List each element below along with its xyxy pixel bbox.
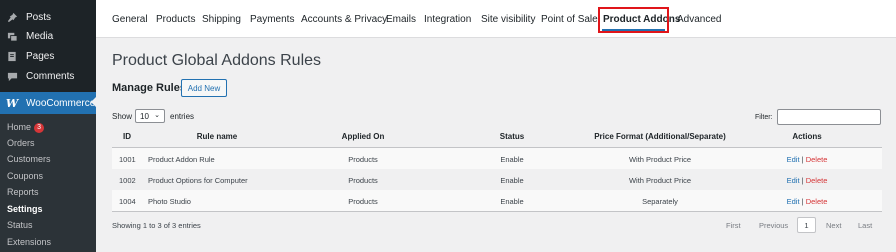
sidebar-item-label: Posts — [26, 11, 52, 23]
tab-site-visibility[interactable]: Site visibility — [481, 14, 535, 25]
woo-icon: W — [5, 96, 19, 110]
pagination-next[interactable]: Next — [826, 221, 841, 230]
edit-link[interactable]: Edit — [787, 176, 800, 185]
tab-general[interactable]: General — [112, 14, 148, 25]
tab-payments[interactable]: Payments — [250, 14, 294, 25]
edit-link[interactable]: Edit — [787, 197, 800, 206]
submenu-item-home[interactable]: Home 3 — [7, 122, 45, 133]
submenu-item-customers[interactable]: Customers — [7, 154, 51, 164]
pagination-last[interactable]: Last — [858, 221, 872, 230]
sidebar-item-comments[interactable]: Comments — [0, 66, 96, 86]
cell-actions: Edit | Delete — [787, 197, 828, 206]
entries-select-value: 10 — [140, 111, 149, 121]
entries-label: entries — [170, 112, 195, 121]
settings-tabs: General Products Shipping Payments Accou… — [96, 0, 896, 38]
sidebar-item-label: Comments — [26, 70, 75, 82]
admin-sidebar: Posts Media Pages Comments W WooCommerce… — [0, 0, 96, 252]
delete-link[interactable]: Delete — [806, 197, 828, 206]
column-header-actions[interactable]: Actions — [792, 132, 821, 141]
cell-price-format: With Product Price — [628, 176, 692, 185]
cell-id: 1004 — [119, 197, 136, 206]
column-header-status[interactable]: Status — [500, 132, 524, 141]
comments-icon — [6, 70, 18, 82]
pagination-first[interactable]: First — [726, 221, 741, 230]
sidebar-item-woocommerce[interactable]: W WooCommerce — [0, 92, 96, 114]
pages-icon — [6, 50, 18, 62]
submenu-item-status[interactable]: Status — [7, 220, 33, 230]
column-header-price-format[interactable]: Price Format (Additional/Separate) — [594, 132, 726, 141]
cell-applied-on: Products — [348, 197, 378, 206]
submenu-item-settings[interactable]: Settings — [7, 204, 43, 214]
tab-advanced[interactable]: Advanced — [677, 14, 721, 25]
table-info: Showing 1 to 3 of 3 entries — [112, 221, 201, 230]
section-heading: Manage Rules — [112, 82, 186, 94]
cell-status: Enable — [500, 176, 524, 185]
cell-id: 1002 — [119, 176, 136, 185]
table-header: ID Rule name Applied On Status Price For… — [112, 126, 882, 148]
sidebar-item-media[interactable]: Media — [0, 26, 96, 46]
cell-applied-on: Products — [348, 155, 378, 164]
cell-applied-on: Products — [348, 176, 378, 185]
cell-rule-name: Product Options for Computer — [148, 176, 248, 185]
filter-label: Filter: — [755, 114, 773, 121]
add-new-button[interactable]: Add New — [181, 79, 227, 97]
tab-emails[interactable]: Emails — [386, 14, 416, 25]
tab-products[interactable]: Products — [156, 14, 195, 25]
cell-price-format: Separately — [642, 197, 678, 206]
sidebar-item-label: Media — [26, 30, 54, 42]
woocommerce-submenu: Home 3 Orders Customers Coupons Reports S… — [0, 114, 96, 252]
rules-table: ID Rule name Applied On Status Price For… — [112, 126, 882, 212]
notification-badge: 3 — [34, 123, 45, 133]
cell-actions: Edit | Delete — [787, 176, 828, 185]
show-label: Show — [112, 112, 133, 121]
submenu-item-reports[interactable]: Reports — [7, 187, 39, 197]
cell-status: Enable — [500, 197, 524, 206]
tab-point-of-sale[interactable]: Point of Sale — [541, 14, 598, 25]
media-icon — [6, 30, 18, 42]
tab-highlight-box — [598, 7, 669, 33]
filter-input[interactable] — [777, 109, 881, 125]
column-header-id[interactable]: ID — [123, 132, 131, 141]
cell-price-format: With Product Price — [628, 155, 692, 164]
submenu-item-extensions[interactable]: Extensions — [7, 237, 51, 247]
table-row: 1002 Product Options for Computer Produc… — [112, 169, 882, 190]
cell-rule-name: Photo Studio — [148, 197, 191, 206]
table-row: 1001 Product Addon Rule Products Enable … — [112, 148, 882, 169]
tab-integration[interactable]: Integration — [424, 14, 471, 25]
page-title: Product Global Addons Rules — [112, 52, 322, 69]
table-row: 1004 Photo Studio Products Enable Separa… — [112, 190, 882, 211]
cell-actions: Edit | Delete — [787, 155, 828, 164]
chevron-down-icon: ⌄ — [154, 112, 160, 119]
current-menu-arrow — [91, 97, 96, 107]
entries-select[interactable]: 10 ⌄ — [135, 109, 165, 123]
edit-link[interactable]: Edit — [787, 155, 800, 164]
sidebar-item-pages[interactable]: Pages — [0, 46, 96, 66]
sidebar-item-posts[interactable]: Posts — [0, 7, 96, 27]
tab-shipping[interactable]: Shipping — [202, 14, 241, 25]
sidebar-item-label: WooCommerce — [26, 97, 96, 109]
table-bottom-border — [112, 211, 882, 212]
submenu-label: Home — [7, 122, 32, 132]
sidebar-item-label: Pages — [26, 50, 55, 62]
submenu-item-orders[interactable]: Orders — [7, 138, 35, 148]
pin-icon — [6, 11, 18, 23]
submenu-item-coupons[interactable]: Coupons — [7, 171, 43, 181]
cell-id: 1001 — [119, 155, 136, 164]
cell-rule-name: Product Addon Rule — [148, 155, 215, 164]
pagination-current-page[interactable]: 1 — [797, 217, 816, 233]
delete-link[interactable]: Delete — [806, 176, 828, 185]
pagination-previous[interactable]: Previous — [759, 221, 788, 230]
cell-status: Enable — [500, 155, 524, 164]
tab-accounts-privacy[interactable]: Accounts & Privacy — [301, 14, 387, 25]
delete-link[interactable]: Delete — [806, 155, 828, 164]
column-header-applied-on[interactable]: Applied On — [342, 132, 385, 141]
column-header-rule-name[interactable]: Rule name — [197, 132, 237, 141]
